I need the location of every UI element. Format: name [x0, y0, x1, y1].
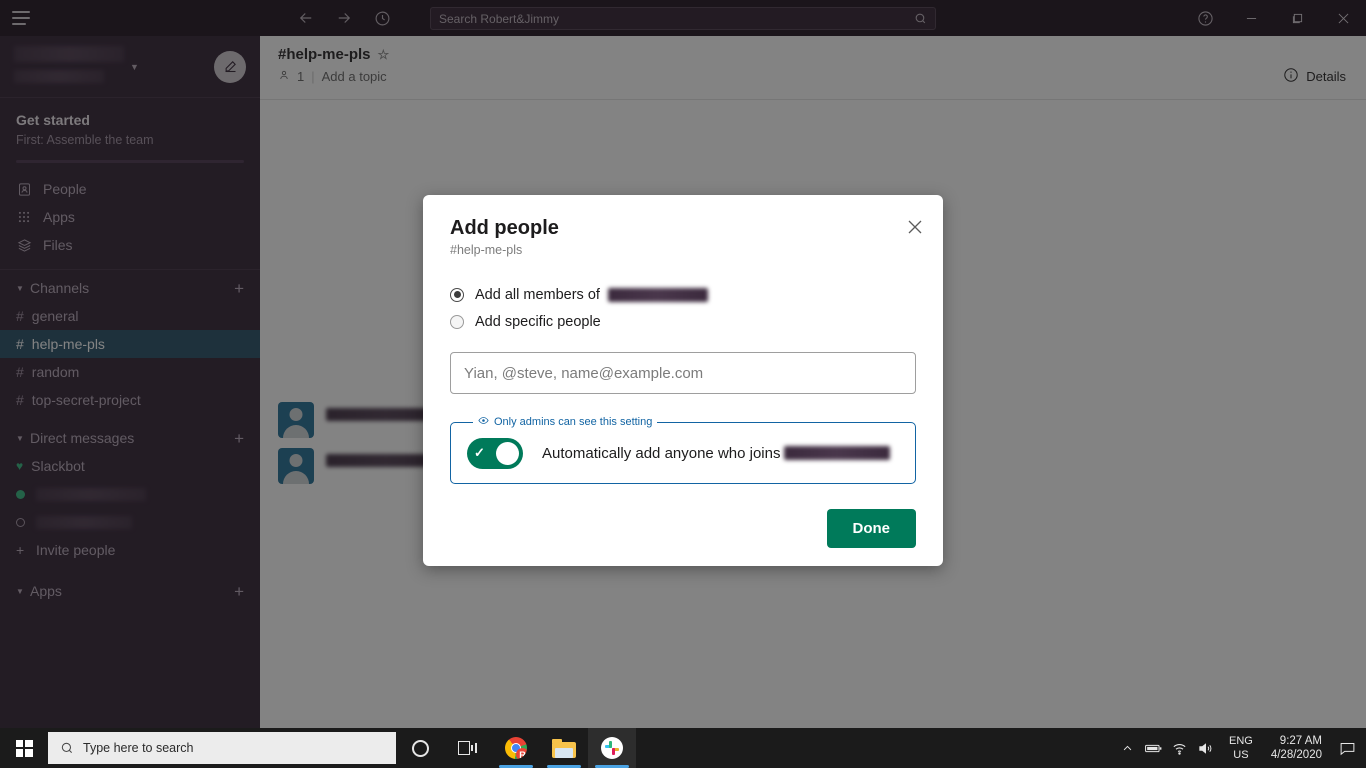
radio-add-all-members[interactable]: Add all members of — [450, 281, 916, 308]
slack-window: Search Robert&Jimmy — [0, 0, 1366, 728]
search-icon — [60, 741, 74, 755]
slack-icon — [601, 737, 623, 759]
add-mode-radio-group: Add all members of Add specific people — [450, 281, 916, 335]
taskbar-search-placeholder: Type here to search — [83, 741, 194, 755]
add-people-dialog: Add people #help-me-pls Add all members … — [423, 195, 943, 566]
chrome-icon: R — [505, 737, 527, 759]
taskbar-app-slack[interactable] — [588, 728, 636, 768]
notification-chat-icon[interactable] — [1332, 728, 1362, 768]
dialog-subtitle: #help-me-pls — [450, 243, 523, 257]
taskbar-app-file-explorer[interactable] — [540, 728, 588, 768]
admin-notice-label: Only admins can see this setting — [494, 416, 653, 428]
dialog-title: Add people — [450, 217, 559, 239]
file-explorer-icon — [552, 738, 576, 758]
radio-button-selected[interactable] — [450, 287, 464, 302]
clock-time: 9:27 AM — [1279, 735, 1322, 747]
screen: Search Robert&Jimmy — [0, 0, 1366, 768]
admin-notice: Only admins can see this setting — [473, 415, 658, 429]
taskbar-search-input[interactable]: Type here to search — [48, 732, 396, 764]
language-line-1: ENG — [1228, 735, 1253, 747]
dialog-footer: Done — [450, 509, 916, 548]
toggle-label-text: Automatically add anyone who joins — [542, 444, 781, 462]
close-icon[interactable] — [907, 219, 923, 239]
radio-label-text: Add specific people — [475, 313, 601, 330]
windows-taskbar: Type here to search R ENG US 9:27 AM 4/2… — [0, 728, 1366, 768]
language-indicator[interactable]: ENG US — [1219, 734, 1261, 762]
auto-add-toggle[interactable]: ✓ — [467, 437, 523, 469]
toggle-knob — [496, 441, 519, 465]
clock[interactable]: 9:27 AM 4/28/2020 — [1261, 734, 1332, 762]
battery-icon[interactable] — [1141, 728, 1167, 768]
done-button[interactable]: Done — [826, 509, 916, 548]
people-search-input[interactable]: Yian, @steve, name@example.com — [450, 352, 916, 394]
task-view-button[interactable] — [444, 728, 492, 768]
eye-icon — [478, 415, 489, 429]
auto-add-toggle-label: Automatically add anyone who joins — [542, 444, 891, 462]
admin-setting-fieldset: Only admins can see this setting ✓ Autom… — [450, 415, 916, 484]
radio-label-text: Add all members of — [475, 286, 600, 303]
taskbar-app-chrome[interactable]: R — [492, 728, 540, 768]
volume-icon[interactable] — [1193, 728, 1219, 768]
cortana-circle-icon — [411, 739, 429, 757]
task-view-icon — [458, 740, 478, 756]
radio-label: Add all members of — [475, 287, 708, 303]
windows-logo-icon — [15, 739, 33, 757]
radio-button-unselected[interactable] — [450, 314, 464, 329]
wifi-icon[interactable] — [1167, 728, 1193, 768]
radio-add-specific-people[interactable]: Add specific people — [450, 308, 916, 335]
start-button[interactable] — [0, 728, 48, 768]
radio-label: Add specific people — [475, 314, 601, 330]
taskbar-apps: R — [396, 728, 636, 768]
workspace-name-redacted — [607, 287, 708, 302]
chevron-up-icon[interactable] — [1115, 728, 1141, 768]
language-line-2: US — [1233, 749, 1249, 761]
cortana-button[interactable] — [396, 728, 444, 768]
check-icon: ✓ — [474, 445, 485, 460]
clock-date: 4/28/2020 — [1270, 749, 1322, 761]
workspace-name-redacted — [784, 446, 891, 460]
system-tray: ENG US 9:27 AM 4/28/2020 — [1115, 728, 1366, 768]
people-search-placeholder: Yian, @steve, name@example.com — [464, 364, 704, 382]
